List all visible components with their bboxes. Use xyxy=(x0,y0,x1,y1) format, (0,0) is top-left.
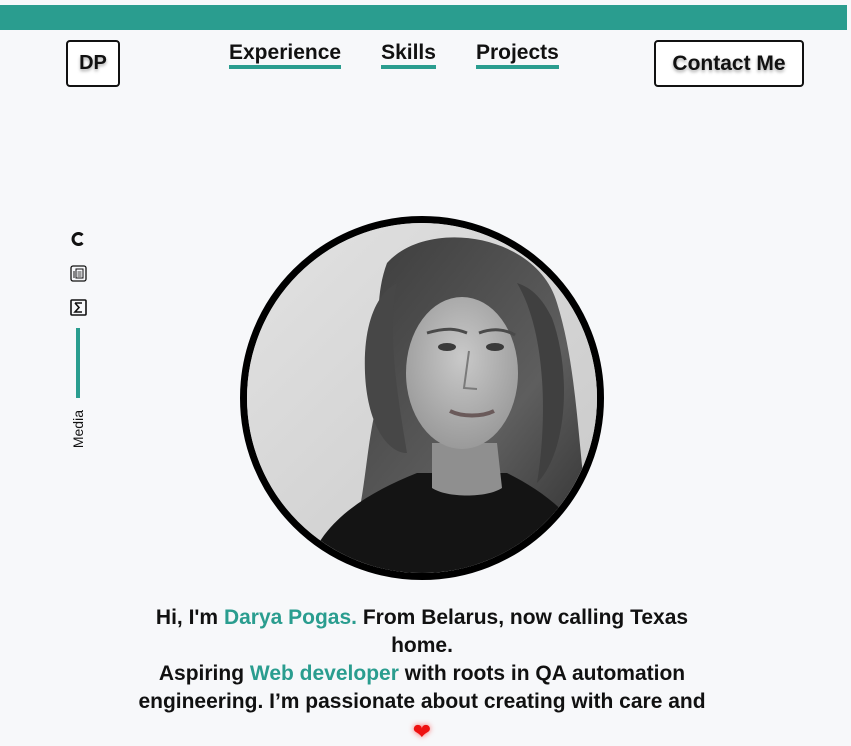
logo-button[interactable]: DP xyxy=(66,40,120,87)
top-accent-bar xyxy=(0,5,847,30)
intro-line1-rest: From Belarus, now calling Texas home. xyxy=(362,606,689,657)
intro-aspiring: Aspiring xyxy=(158,662,245,685)
document-icon[interactable] xyxy=(69,264,87,282)
intro-text: Hi, I'm Darya Pogas. From Belarus, now c… xyxy=(130,604,714,745)
sigma-icon[interactable] xyxy=(69,298,87,316)
heart-icon: ❤ xyxy=(412,719,432,744)
media-divider-line xyxy=(76,328,80,398)
nav-projects[interactable]: Projects xyxy=(475,40,559,69)
contact-me-button[interactable]: Contact Me xyxy=(654,40,804,87)
profile-photo xyxy=(240,216,604,580)
intro-greeting: Hi, I'm xyxy=(155,606,219,629)
codepen-icon[interactable] xyxy=(69,230,87,248)
nav-experience[interactable]: Experience xyxy=(229,40,342,69)
nav-skills[interactable]: Skills xyxy=(381,40,436,69)
main-nav: Experience Skills Projects xyxy=(229,40,559,69)
media-label: Media xyxy=(70,410,86,449)
intro-role: Web developer xyxy=(249,662,399,685)
portfolio-page: DP Experience Skills Projects Contact Me xyxy=(0,0,851,746)
intro-name: Darya Pogas. xyxy=(223,606,358,629)
media-rail: Media xyxy=(66,230,90,448)
